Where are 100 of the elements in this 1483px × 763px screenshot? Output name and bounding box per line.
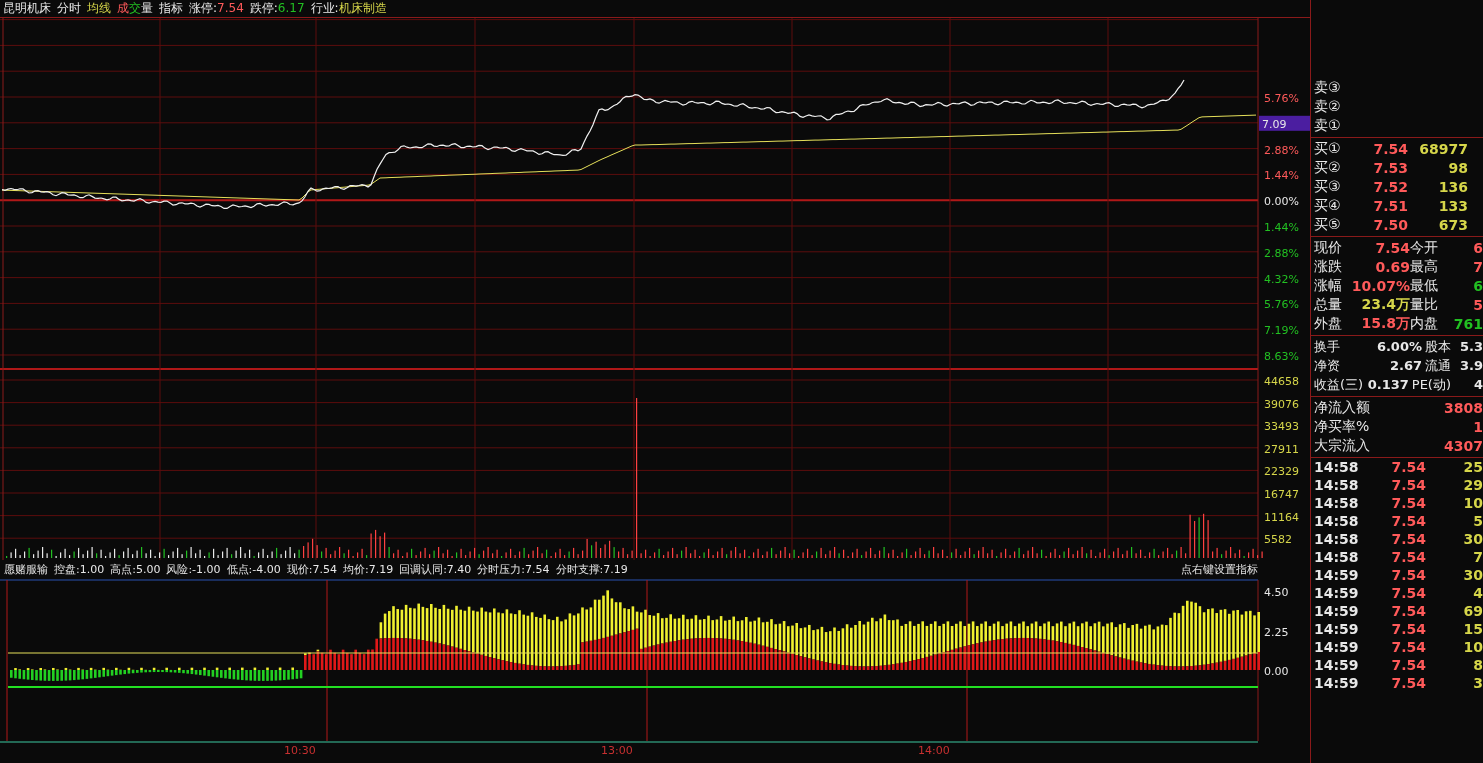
stat-value: 5.3: [1458, 339, 1483, 354]
trade-price: 7.54: [1390, 513, 1426, 529]
axis-label: 4.50: [1264, 586, 1289, 599]
trade-time: 14:58: [1314, 513, 1360, 529]
indicator-value: 分时支撑:7.19: [555, 562, 628, 577]
stat-label: 股本: [1425, 337, 1451, 356]
toolbar-item[interactable]: 均线: [87, 0, 111, 17]
trade-time: 14:59: [1314, 657, 1360, 673]
axis-label: 16747: [1264, 488, 1299, 501]
toolbar-item[interactable]: 指标: [159, 0, 183, 17]
quote-value: 7.54: [1374, 239, 1410, 256]
ask-level-label: 卖③: [1314, 78, 1342, 97]
trade-time: 14:58: [1314, 531, 1360, 547]
trade-price: 7.54: [1390, 531, 1426, 547]
stat-value: 4: [1472, 377, 1483, 392]
trade-time: 14:58: [1314, 495, 1360, 511]
stat-value: 6.00%: [1375, 339, 1423, 354]
bid-volume: 68977: [1418, 140, 1468, 157]
trade-volume: 7: [1472, 549, 1483, 565]
trade-price: 7.54: [1390, 549, 1426, 565]
trade-price: 7.54: [1390, 621, 1426, 637]
trade-price: 7.54: [1390, 603, 1426, 619]
trade-time: 14:59: [1314, 675, 1360, 691]
trade-price: 7.54: [1390, 657, 1426, 673]
bid-price: 7.54: [1372, 140, 1408, 157]
trade-volume: 8: [1472, 657, 1483, 673]
quote-label: 量比: [1410, 295, 1439, 314]
trade-time: 14:59: [1314, 603, 1360, 619]
bid-volume: 133: [1437, 197, 1468, 214]
trade-time: 14:58: [1314, 477, 1360, 493]
quote-value: 6: [1472, 277, 1483, 294]
trade-time: 14:58: [1314, 459, 1360, 475]
trade-price: 7.54: [1390, 477, 1426, 493]
bid-volume: 136: [1437, 178, 1468, 195]
trade-volume: 10: [1462, 639, 1483, 655]
flow-value: 1: [1473, 418, 1483, 435]
trade-volume: 30: [1462, 567, 1483, 583]
quote-label: 内盘: [1410, 314, 1439, 333]
quote-label: 涨幅: [1314, 276, 1343, 295]
toolbar-item[interactable]: 成交量: [117, 0, 153, 17]
bid-level-label: 买③: [1314, 177, 1342, 196]
stat-label: 收益(三): [1314, 375, 1364, 394]
bid-volume: 673: [1437, 216, 1468, 233]
quote-value: 23.4万: [1360, 295, 1410, 314]
axis-label: 5582: [1264, 533, 1292, 547]
trade-volume: 29: [1462, 477, 1483, 493]
axis-label: 22329: [1264, 465, 1299, 479]
axis-label: 39076: [1264, 397, 1299, 411]
axis-label: 8.63%: [1264, 350, 1299, 363]
trade-volume: 3: [1472, 675, 1483, 691]
trade-price: 7.54: [1390, 495, 1426, 511]
toolbar-item[interactable]: 行业:机床制造: [310, 0, 387, 17]
ask-level-label: 卖②: [1314, 97, 1342, 116]
bid-volume: 98: [1447, 159, 1468, 176]
toolbar-item[interactable]: 跌停:6.17: [249, 0, 305, 17]
ask-level-label: 卖①: [1314, 116, 1342, 135]
toolbar-item[interactable]: 分时: [57, 0, 81, 17]
indicator-value: 分时压力:7.54: [477, 562, 550, 577]
axis-label: 0.00%: [1264, 195, 1299, 209]
indicator-value: 现价:7.54: [286, 562, 337, 577]
flow-label: 大宗流入: [1314, 436, 1371, 455]
toolbar-item[interactable]: 涨停:7.54: [189, 0, 244, 17]
axis-label: 33493: [1264, 420, 1299, 434]
trade-price: 7.54: [1390, 567, 1426, 583]
trade-time: 14:59: [1314, 621, 1360, 637]
trade-volume: 5: [1472, 513, 1483, 529]
indicator-value: 低点:-4.00: [226, 562, 281, 577]
trade-price: 7.54: [1390, 675, 1426, 691]
bid-price: 7.53: [1372, 159, 1408, 176]
quote-label: 最高: [1410, 257, 1439, 276]
trade-time: 14:59: [1314, 567, 1360, 583]
axis-label: 5.76%: [1264, 92, 1299, 105]
axis-label: 0.00: [1264, 665, 1289, 678]
axis-label: 2.25: [1264, 625, 1289, 639]
stat-label: 流通: [1425, 356, 1451, 375]
indicator-value: 回调认同:7.40: [399, 562, 472, 577]
quote-value: 761: [1452, 315, 1483, 332]
bid-price: 7.52: [1372, 178, 1408, 195]
quote-value: 10.07%: [1350, 277, 1410, 294]
trade-price: 7.54: [1390, 585, 1426, 601]
axis-label: 1.44%: [1264, 169, 1299, 183]
quote-value: 7: [1472, 258, 1483, 275]
stat-label: 换手: [1314, 337, 1340, 356]
axis-label: 5.76%: [1264, 298, 1299, 312]
toolbar-item[interactable]: 昆明机床: [3, 0, 51, 17]
trade-volume: 69: [1462, 603, 1483, 619]
flow-value: 4307: [1444, 437, 1483, 454]
stat-label: 净资: [1314, 356, 1340, 375]
trade-time: 14:59: [1314, 639, 1360, 655]
quote-label: 今开: [1410, 238, 1439, 257]
quote-label: 总量: [1314, 295, 1343, 314]
axis-label: 11164: [1264, 510, 1299, 524]
quote-label: 最低: [1410, 276, 1439, 295]
axis-label: 44658: [1264, 375, 1299, 388]
quote-value: 0.69: [1374, 258, 1410, 275]
bid-level-label: 买②: [1314, 158, 1342, 177]
time-label: 13:00: [601, 744, 633, 756]
flow-label: 净买率%: [1314, 417, 1371, 436]
trade-time: 14:59: [1314, 585, 1360, 601]
quote-label: 现价: [1314, 238, 1343, 257]
